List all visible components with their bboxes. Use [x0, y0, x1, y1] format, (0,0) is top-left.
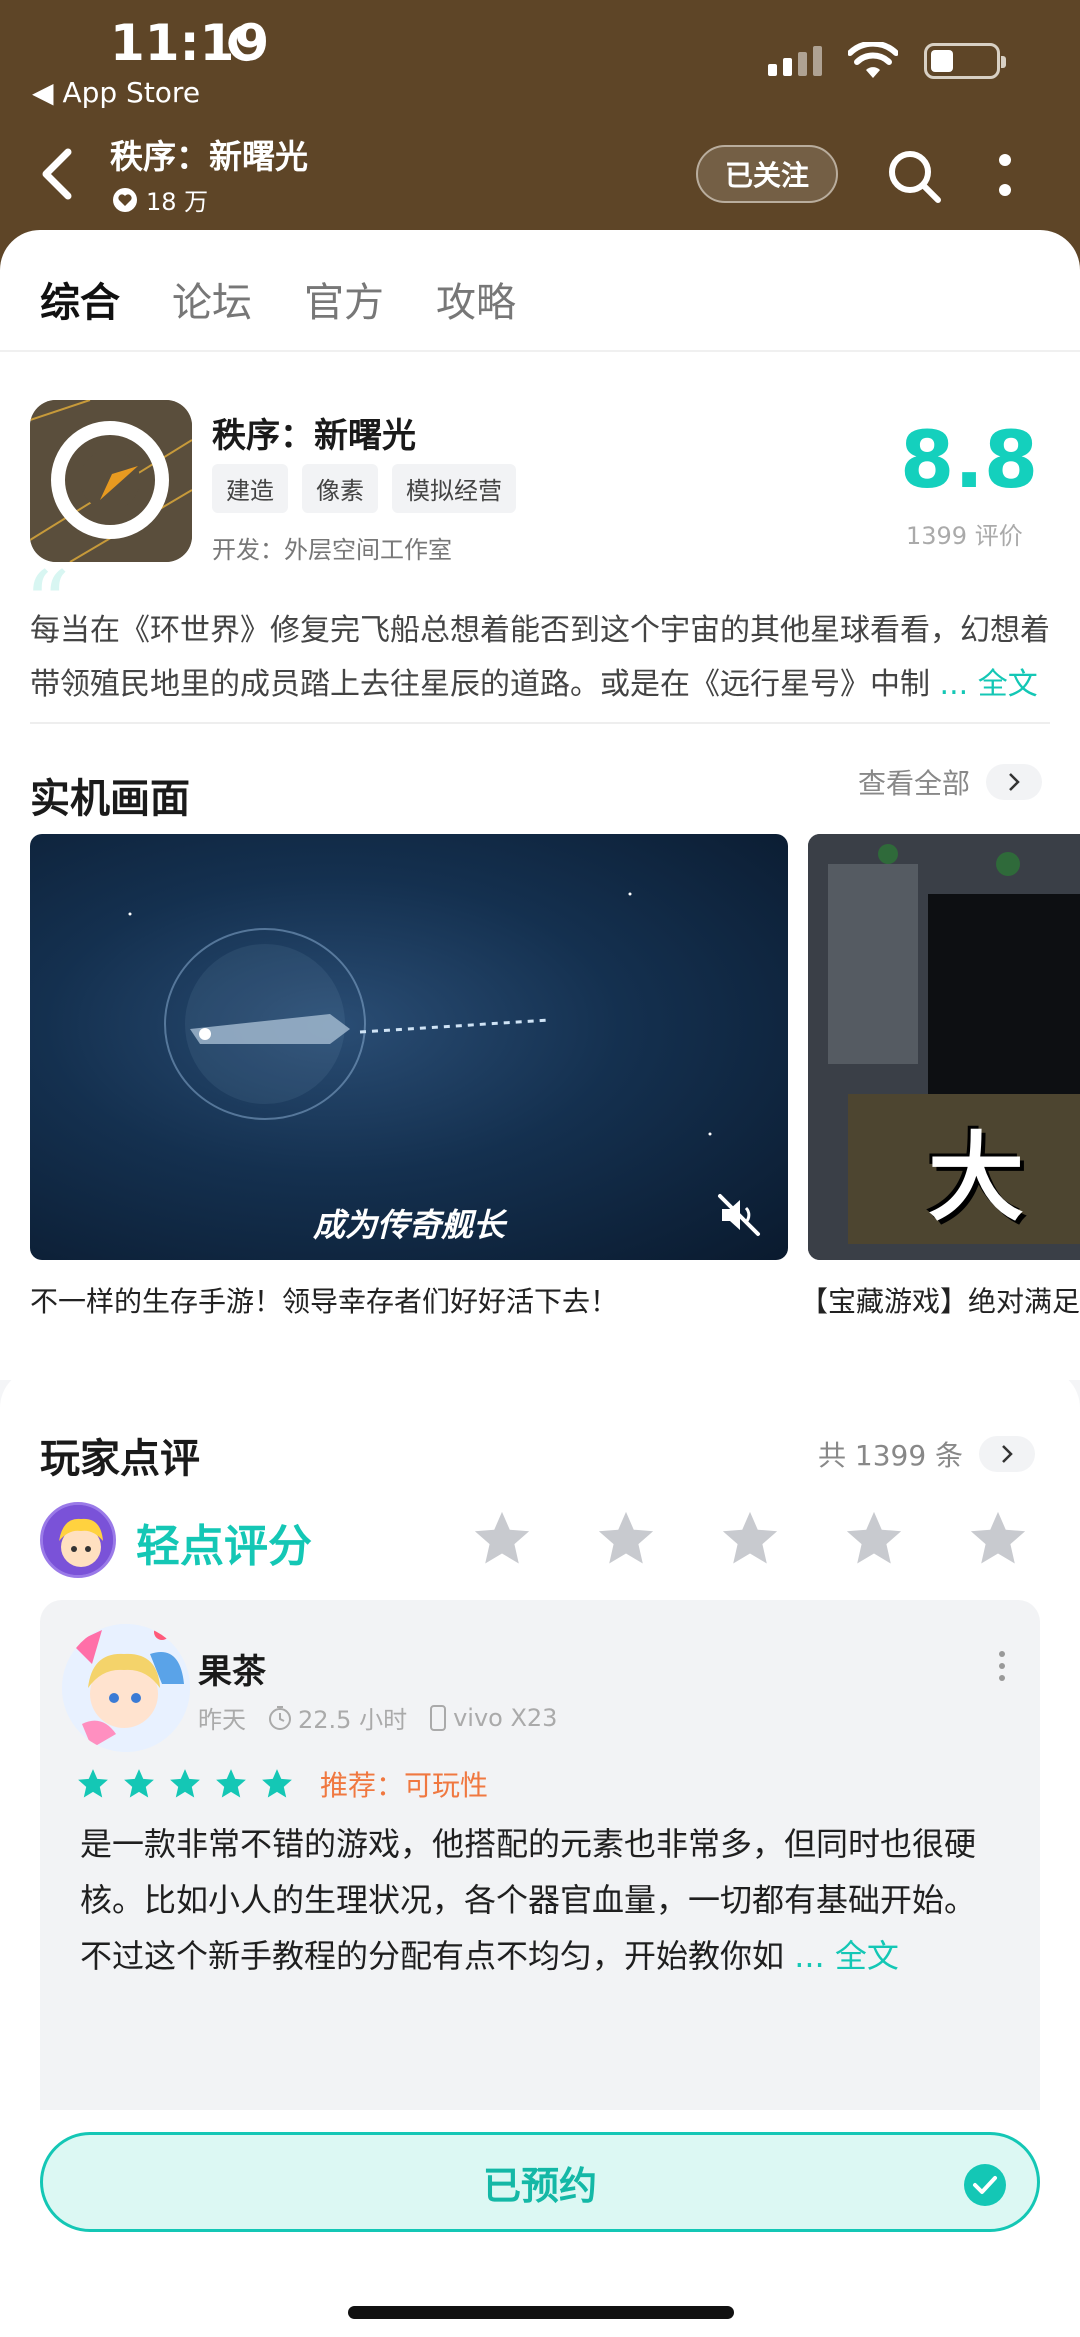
clock-icon	[269, 1705, 291, 1730]
bottom-action-bar: 已预约	[0, 2110, 1080, 2337]
review-body[interactable]: 是一款非常不错的游戏，他搭配的元素也非常多，但同时也很硬核。比如小人的生理状况，…	[80, 1816, 1030, 1984]
device-value: vivo X23	[453, 1703, 558, 1732]
header-likes: 18 万	[112, 182, 208, 217]
chevron-right-icon	[979, 1436, 1036, 1472]
rating-count: 1399 评价	[906, 522, 1023, 550]
cellular-signal-icon	[768, 46, 822, 76]
review-card[interactable]: 果茶 昨天 22.5 小时 vivo X23 推荐：可玩性 是一款非常不错的游戏…	[40, 1600, 1040, 2175]
follow-button[interactable]: 已关注	[696, 145, 838, 203]
main-panel: 综合 论坛 官方 攻略 秩序：新曙光 建造 像素 模拟经营 开发：外层空间工作室…	[0, 230, 1080, 1380]
review-text-continued: 不过这个新手教程的分配有点不均匀，开始教你如	[80, 1937, 785, 1975]
star-icon[interactable]	[966, 1508, 1030, 1570]
recommend-tag: 推荐：可玩性	[320, 1769, 489, 1802]
home-indicator[interactable]	[348, 2306, 734, 2319]
mute-icon[interactable]	[716, 1192, 762, 1238]
star-icon	[78, 1769, 108, 1798]
read-more-link[interactable]: ... 全文	[794, 1937, 899, 1975]
tag-list: 建造 像素 模拟经营	[212, 464, 516, 513]
view-all-screenshots[interactable]: 查看全部	[858, 762, 1043, 802]
check-circle-icon	[964, 2164, 1006, 2206]
star-icon	[262, 1769, 292, 1798]
tag-item[interactable]: 像素	[302, 464, 378, 513]
app-icon[interactable]	[30, 400, 192, 562]
all-reviews-link[interactable]: 共 1399 条	[818, 1434, 1036, 1474]
divider	[30, 722, 1050, 724]
app-description[interactable]: 每当在《环世界》修复完飞船总想着能否到这个宇宙的其他星球看看，幻想着带领殖民地里…	[30, 604, 1060, 712]
score-value: 8.8	[900, 416, 1039, 506]
wifi-icon	[848, 42, 898, 78]
view-all-label: 查看全部	[858, 767, 971, 800]
moon-icon	[228, 25, 262, 62]
app-name: 秩序：新曙光	[212, 416, 416, 456]
star-icon	[216, 1769, 246, 1798]
video-caption: 成为传奇舰长	[312, 1206, 505, 1244]
device: vivo X23	[429, 1704, 557, 1732]
star-icon[interactable]	[470, 1508, 534, 1570]
star-icon[interactable]	[718, 1508, 782, 1570]
playtime: 22.5 小时	[268, 1700, 407, 1735]
star-icon	[124, 1769, 154, 1798]
rating-input	[470, 1508, 1030, 1570]
screenshot-description: 【宝藏游戏】绝对满足	[800, 1285, 1080, 1318]
likes-count: 18 万	[146, 188, 209, 216]
reserved-button[interactable]: 已预约	[40, 2132, 1040, 2232]
tab-guides[interactable]: 攻略	[436, 270, 516, 328]
star-icon[interactable]	[842, 1508, 906, 1570]
read-more-link[interactable]: ... 全文	[940, 667, 1038, 702]
chevron-right-icon	[986, 764, 1043, 800]
reserved-label: 已预约	[482, 2163, 597, 2208]
tab-bar: 综合 论坛 官方 攻略	[40, 270, 516, 336]
playtime-value: 22.5 小时	[298, 1706, 408, 1734]
avatar	[40, 1502, 116, 1578]
back-to-app-store[interactable]: ◀ App Store	[32, 76, 200, 109]
screenshot-overlay-text: 大世	[928, 1122, 1026, 1234]
tab-overview[interactable]: 综合	[40, 270, 120, 336]
divider	[0, 350, 1080, 352]
tab-forum[interactable]: 论坛	[172, 270, 252, 328]
search-icon[interactable]	[886, 148, 942, 204]
review-total-label: 共 1399 条	[818, 1439, 964, 1472]
tag-item[interactable]: 模拟经营	[392, 464, 516, 513]
review-time: 昨天	[198, 1706, 246, 1734]
more-vertical-icon[interactable]	[996, 1648, 1008, 1684]
star-icon[interactable]	[594, 1508, 658, 1570]
developer-label[interactable]: 开发：外层空间工作室	[212, 530, 452, 565]
review-meta: 昨天 22.5 小时 vivo X23	[198, 1700, 557, 1735]
status-icons	[768, 42, 1006, 80]
tag-item[interactable]: 建造	[212, 464, 288, 513]
screenshot-image[interactable]: 大世	[808, 834, 1080, 1260]
avatar[interactable]	[62, 1624, 190, 1752]
review-rating: 推荐：可玩性	[76, 1764, 488, 1804]
tab-official[interactable]: 官方	[304, 270, 384, 328]
reviews-title: 玩家点评	[40, 1436, 200, 1482]
back-app-label: App Store	[62, 76, 201, 109]
back-arrow-icon[interactable]	[38, 146, 78, 202]
header-game-title: 秩序：新曙光	[110, 137, 308, 176]
star-icon	[170, 1769, 200, 1798]
description-text: 每当在《环世界》修复完飞船总想着能否到这个宇宙的其他星球看看，幻想着带领殖民地里…	[30, 613, 1050, 702]
phone-icon	[430, 1704, 447, 1731]
heart-icon	[113, 187, 137, 212]
tap-to-rate-label: 轻点评分	[136, 1521, 312, 1572]
screenshot-video[interactable]: 成为传奇舰长	[30, 834, 788, 1260]
screenshot-description: 不一样的生存手游！领导幸存者们好好活下去！	[30, 1285, 619, 1318]
battery-icon	[924, 43, 1006, 79]
reviewer-name[interactable]: 果茶	[198, 1644, 266, 1693]
review-text: 是一款非常不错的游戏，他搭配的元素也非常多，但同时也很硬核。比如小人的生理状况，…	[80, 1825, 977, 1919]
more-vertical-icon[interactable]	[990, 148, 1020, 204]
screenshots-title: 实机画面	[30, 776, 190, 822]
